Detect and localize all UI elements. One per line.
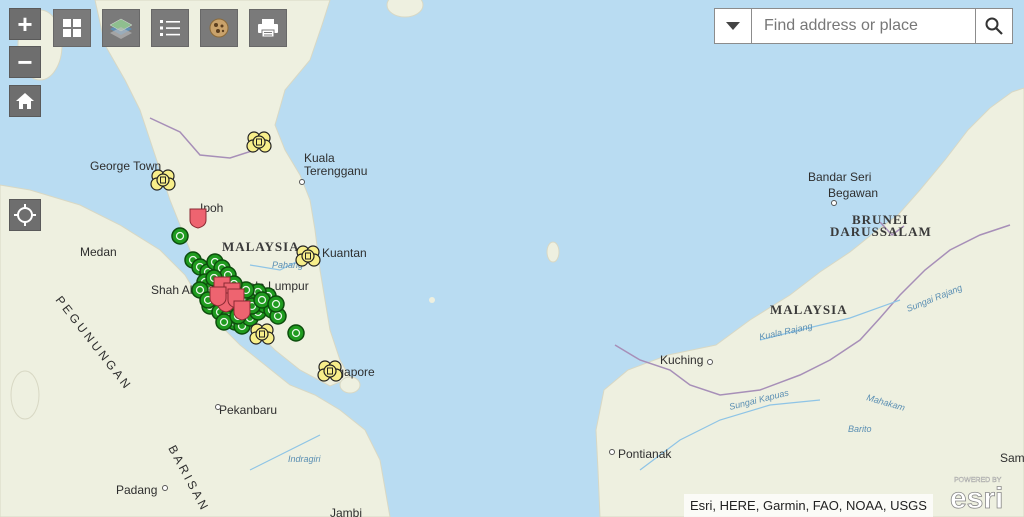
yellow-marker-lobe [255,327,269,341]
search-button[interactable] [975,9,1012,43]
caret-down-icon [726,22,740,30]
city-label: Kuching [660,353,703,367]
map-attribution: Esri, HERE, Garmin, FAO, NOAA, USGS [684,494,933,517]
city-label: Jambi [330,506,362,517]
island [339,376,361,394]
city-label: Pontianak [618,447,672,461]
basemap-gallery-icon [63,19,81,37]
country-label: MALAYSIA [222,239,300,254]
print-icon [258,19,278,38]
island [10,370,40,420]
red-marker[interactable] [233,300,251,321]
city-label: Medan [80,245,117,259]
red-marker[interactable] [209,286,227,307]
bookmarks-icon [209,18,229,38]
yellow-marker-lobe [252,135,266,149]
city-label: Kuantan [322,246,367,260]
country-label: DARUSSALAM [830,224,932,239]
print-button[interactable] [249,9,287,47]
zoom-in-button[interactable]: + [9,8,41,40]
city-label: Sam [1000,451,1024,465]
bookmarks-button[interactable] [200,9,238,47]
city-label: George Town [90,159,161,173]
city-dot [831,200,837,206]
search-icon [985,17,1003,35]
basemap-gallery-button[interactable] [53,9,91,47]
river-label: Indragiri [288,454,322,464]
green-marker[interactable] [171,227,189,245]
river-label: Barito [848,424,872,434]
layers-button[interactable] [102,9,140,47]
yellow-marker-lobe [156,173,170,187]
search-input[interactable] [752,9,975,43]
island [429,297,435,303]
esri-logo: POWERED BY esri [950,477,1004,514]
layers-icon [109,18,133,39]
city-dot [299,179,305,185]
locate-button[interactable] [9,199,41,231]
search-widget [714,8,1013,44]
search-source-dropdown[interactable] [715,9,752,43]
city-label: Terengganu [304,164,367,178]
city-label: Padang [116,483,157,497]
map-canvas[interactable]: MALAYSIA MALAYSIA BRUNEI DARUSSALAM Geor… [0,0,1024,517]
island [546,241,560,263]
yellow-marker-lobe [301,249,315,263]
green-marker[interactable] [287,324,305,342]
city-label: Kuala [304,151,335,165]
city-label: Pekanbaru [219,403,277,417]
svg-text:esri: esri [950,482,1003,514]
country-label: MALAYSIA [770,302,848,317]
home-button[interactable] [9,85,41,117]
green-marker[interactable] [267,295,285,313]
city-label: Bandar Seri [808,170,871,184]
yellow-marker-lobe [323,364,337,378]
city-dot [162,485,168,491]
city-dot [609,449,615,455]
legend-icon [160,20,180,36]
home-icon [16,93,34,109]
legend-button[interactable] [151,9,189,47]
city-dot [707,359,713,365]
city-label: Begawan [828,186,878,200]
city-dot [215,404,221,410]
zoom-out-button[interactable]: − [9,46,41,78]
locate-icon [14,204,36,226]
red-marker[interactable] [189,208,207,229]
